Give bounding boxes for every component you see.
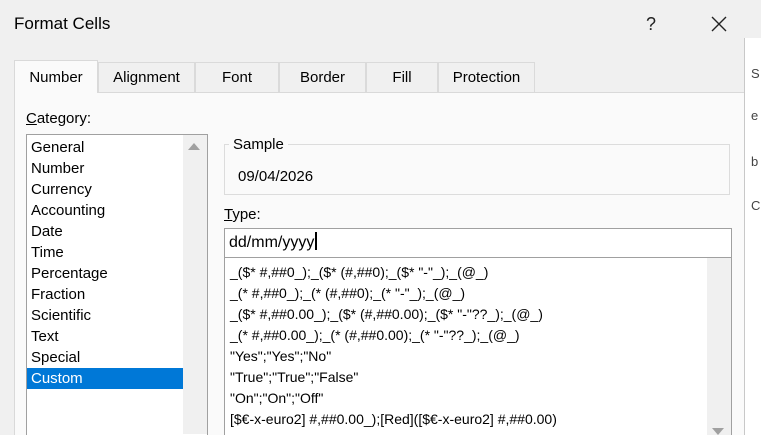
title-bar[interactable]: Format Cells ?: [0, 0, 744, 48]
format-code-item[interactable]: "On";"On";"Off": [230, 388, 323, 409]
background-text: e: [751, 108, 759, 123]
category-item-scientific[interactable]: Scientific: [27, 305, 183, 326]
tab-alignment[interactable]: Alignment: [98, 62, 195, 92]
dialog-title: Format Cells: [14, 14, 111, 33]
category-label-accelerator: C: [26, 110, 37, 127]
tab-border[interactable]: Border: [279, 62, 366, 92]
scroll-up-arrow-icon[interactable]: [188, 143, 200, 150]
help-icon: ?: [645, 13, 656, 34]
format-code-item[interactable]: _($* #,##0_);_($* (#,##0);_($* "-"_);_(@…: [230, 262, 488, 283]
format-code-item[interactable]: _($* #,##0.00_);_($* (#,##0.00);_($* "-"…: [230, 304, 543, 325]
sample-label: Sample: [229, 136, 288, 153]
category-item-number[interactable]: Number: [27, 158, 183, 179]
category-item-text[interactable]: Text: [27, 326, 183, 347]
category-item-accounting[interactable]: Accounting: [27, 200, 183, 221]
format-code-item[interactable]: _(* #,##0_);_(* (#,##0);_(* "-"_);_(@_): [230, 283, 465, 304]
category-item-currency[interactable]: Currency: [27, 179, 183, 200]
background-text: b: [751, 154, 759, 169]
category-item-percentage[interactable]: Percentage: [27, 263, 183, 284]
tab-label: Font: [221, 69, 252, 86]
category-item-fraction[interactable]: Fraction: [27, 284, 183, 305]
tab-label: Number: [29, 68, 83, 86]
tab-label: Protection: [452, 69, 521, 86]
category-item-custom[interactable]: Custom: [27, 368, 183, 389]
close-button[interactable]: [696, 6, 742, 42]
format-code-item[interactable]: "Yes";"Yes";"No": [230, 346, 331, 367]
tab-label: Alignment: [113, 69, 180, 86]
category-scrollbar[interactable]: [183, 135, 207, 434]
category-label-text: ategory:: [36, 110, 92, 127]
format-list-scrollbar[interactable]: [707, 258, 731, 435]
tab-number[interactable]: Number: [14, 60, 98, 93]
tab-fill[interactable]: Fill: [366, 62, 438, 92]
format-code-item[interactable]: [$€-x-euro2] #,##0.00_);[Red]([$€-x-euro…: [230, 409, 557, 430]
close-icon: [711, 16, 727, 32]
tab-protection[interactable]: Protection: [438, 62, 535, 92]
tab-label: Border: [299, 69, 346, 86]
background-worksheet: S e b C: [744, 38, 761, 435]
type-label-text: ype:: [232, 206, 261, 223]
scroll-down-arrow-icon[interactable]: [712, 428, 724, 435]
background-text: C: [751, 198, 761, 213]
help-button[interactable]: ?: [632, 6, 670, 42]
background-text: S: [751, 66, 760, 81]
text-caret: [315, 232, 318, 250]
type-label: Type:: [224, 206, 261, 223]
type-input-value: dd/mm/yyyy: [229, 234, 315, 251]
sample-value: 09/04/2026: [238, 168, 314, 185]
category-item-time[interactable]: Time: [27, 242, 183, 263]
format-code-item[interactable]: "True";"True";"False": [230, 367, 358, 388]
format-cells-dialog: Format Cells ? Number Alignment Font Bor…: [0, 0, 744, 435]
category-item-general[interactable]: General: [27, 137, 183, 158]
category-item-date[interactable]: Date: [27, 221, 183, 242]
tab-font[interactable]: Font: [195, 62, 279, 92]
tab-label: Fill: [392, 69, 412, 86]
format-code-item[interactable]: _(* #,##0.00_);_(* (#,##0.00);_(* "-"??_…: [230, 325, 520, 346]
category-label: Category:: [26, 110, 91, 127]
format-code-list[interactable]: _($* #,##0_);_($* (#,##0);_($* "-"_);_(@…: [224, 258, 732, 435]
type-input[interactable]: dd/mm/yyyy: [224, 228, 732, 258]
category-item-special[interactable]: Special: [27, 347, 183, 368]
category-listbox[interactable]: General Number Currency Accounting Date …: [26, 134, 208, 435]
